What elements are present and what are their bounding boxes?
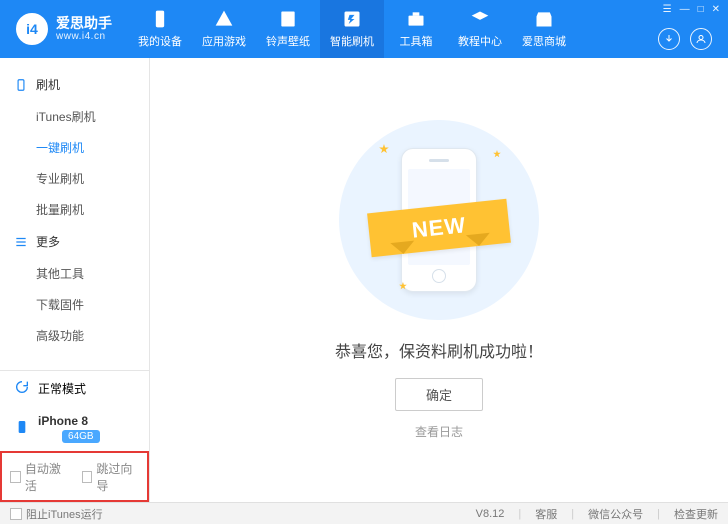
brand: i4 爱思助手 www.i4.cn [0, 0, 128, 58]
checkbox-icon [10, 471, 21, 483]
more-icon [14, 235, 28, 249]
download-button[interactable] [658, 28, 680, 50]
device-icon [150, 9, 170, 29]
top-nav: 我的设备 应用游戏 铃声壁纸 智能刷机 工具箱 [128, 0, 576, 58]
sidebar-group-flash[interactable]: 刷机 [0, 68, 149, 101]
window-controls: ☰ — □ ✕ [663, 4, 720, 15]
mode-row[interactable]: 正常模式 [0, 371, 149, 406]
mode-label: 正常模式 [38, 380, 86, 397]
nav-smart-flash[interactable]: 智能刷机 [320, 0, 384, 58]
nav-ringtone-wallpaper[interactable]: 铃声壁纸 [256, 0, 320, 58]
ok-button[interactable]: 确定 [395, 378, 483, 411]
nav-label: 铃声壁纸 [266, 33, 310, 49]
sidebar: 刷机 iTunes刷机 一键刷机 专业刷机 批量刷机 更多 其他工具 下载固件 … [0, 58, 150, 502]
tray-menu-icon[interactable]: ☰ [663, 4, 672, 15]
nav-apps-games[interactable]: 应用游戏 [192, 0, 256, 58]
sidebar-item-download-firmware[interactable]: 下载固件 [0, 289, 149, 320]
store-icon [534, 9, 554, 29]
footer-link-update[interactable]: 检查更新 [674, 506, 718, 522]
nav-label: 我的设备 [138, 33, 182, 49]
skip-guide-checkbox[interactable]: 跳过向导 [82, 460, 140, 494]
group-label: 刷机 [36, 76, 60, 93]
device-row[interactable]: iPhone 8 64GB [0, 406, 149, 451]
flash-icon [342, 9, 362, 29]
minimize-button[interactable]: — [680, 4, 690, 15]
wallpaper-icon [278, 9, 298, 29]
sidebar-item-advanced[interactable]: 高级功能 [0, 320, 149, 351]
success-message: 恭喜您，保资料刷机成功啦！ [335, 338, 543, 362]
success-illustration: NEW [339, 120, 539, 320]
star-icon [493, 150, 501, 158]
refresh-icon [14, 379, 30, 398]
storage-badge: 64GB [62, 430, 100, 443]
group-label: 更多 [36, 233, 60, 250]
new-ribbon: NEW [367, 199, 511, 257]
separator: | [571, 508, 574, 520]
brand-logo: i4 [16, 13, 48, 45]
result-panel: NEW 恭喜您，保资料刷机成功啦！ 确定 查看日志 [335, 120, 543, 440]
checkbox-icon [82, 471, 93, 483]
nav-label: 教程中心 [458, 33, 502, 49]
tutorial-icon [470, 9, 490, 29]
status-bar: 阻止iTunes运行 V8.12 | 客服 | 微信公众号 | 检查更新 [0, 502, 728, 524]
checkbox-label: 阻止iTunes运行 [26, 506, 103, 522]
sidebar-item-other-tools[interactable]: 其他工具 [0, 258, 149, 289]
separator: | [518, 508, 521, 520]
brand-sub: www.i4.cn [56, 31, 112, 42]
sidebar-item-pro-flash[interactable]: 专业刷机 [0, 163, 149, 194]
footer-link-wechat[interactable]: 微信公众号 [588, 506, 643, 522]
device-name: iPhone 8 [38, 414, 100, 428]
nav-tutorials[interactable]: 教程中心 [448, 0, 512, 58]
nav-my-device[interactable]: 我的设备 [128, 0, 192, 58]
header-actions [658, 28, 712, 50]
brand-title: 爱思助手 [56, 16, 112, 31]
close-button[interactable]: ✕ [712, 4, 720, 15]
sidebar-item-itunes-flash[interactable]: iTunes刷机 [0, 101, 149, 132]
nav-label: 爱思商城 [522, 33, 566, 49]
version-label: V8.12 [476, 508, 505, 520]
sidebar-item-oneclick-flash[interactable]: 一键刷机 [0, 132, 149, 163]
options-row: 自动激活 跳过向导 [0, 451, 149, 502]
nav-store[interactable]: 爱思商城 [512, 0, 576, 58]
checkbox-label: 自动激活 [25, 460, 68, 494]
main-pane: NEW 恭喜您，保资料刷机成功啦！ 确定 查看日志 [150, 58, 728, 502]
footer-link-support[interactable]: 客服 [535, 506, 557, 522]
checkbox-label: 跳过向导 [96, 460, 139, 494]
view-log-link[interactable]: 查看日志 [335, 423, 543, 440]
apps-icon [214, 9, 234, 29]
app-header: i4 爱思助手 www.i4.cn 我的设备 应用游戏 铃声壁纸 [0, 0, 728, 58]
separator: | [657, 508, 660, 520]
nav-label: 应用游戏 [202, 33, 246, 49]
nav-label: 工具箱 [400, 33, 433, 49]
auto-activate-checkbox[interactable]: 自动激活 [10, 460, 68, 494]
checkbox-icon [10, 508, 22, 520]
block-itunes-checkbox[interactable]: 阻止iTunes运行 [10, 506, 103, 522]
star-icon [379, 144, 389, 154]
maximize-button[interactable]: □ [698, 4, 704, 15]
nav-toolbox[interactable]: 工具箱 [384, 0, 448, 58]
sidebar-item-batch-flash[interactable]: 批量刷机 [0, 194, 149, 225]
toolbox-icon [406, 9, 426, 29]
user-button[interactable] [690, 28, 712, 50]
sidebar-group-more[interactable]: 更多 [0, 225, 149, 258]
phone-icon [14, 419, 30, 438]
nav-label: 智能刷机 [330, 33, 374, 49]
phone-icon [14, 78, 28, 92]
